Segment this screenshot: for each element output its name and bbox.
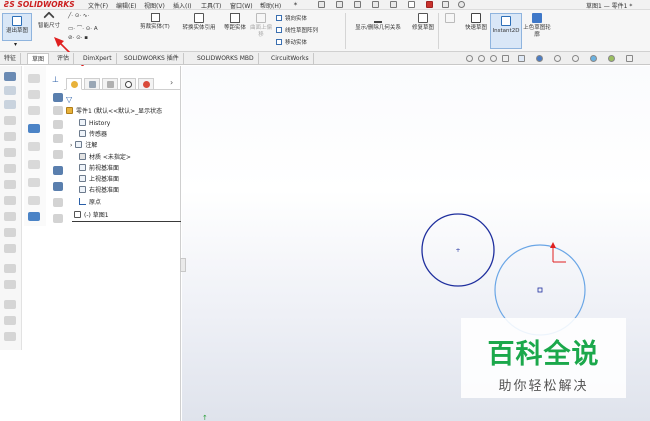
circle-center-right[interactable] [537,287,543,293]
circle-center-left[interactable]: + [455,247,460,254]
origin-arrow-head [550,242,556,248]
watermark-title: 百科全说 [487,339,600,370]
watermark: 百科全说 助你轻松解决 [461,318,626,398]
triad-y-icon: ↑ [202,414,208,421]
watermark-subtitle: 助你轻松解决 [498,379,589,394]
